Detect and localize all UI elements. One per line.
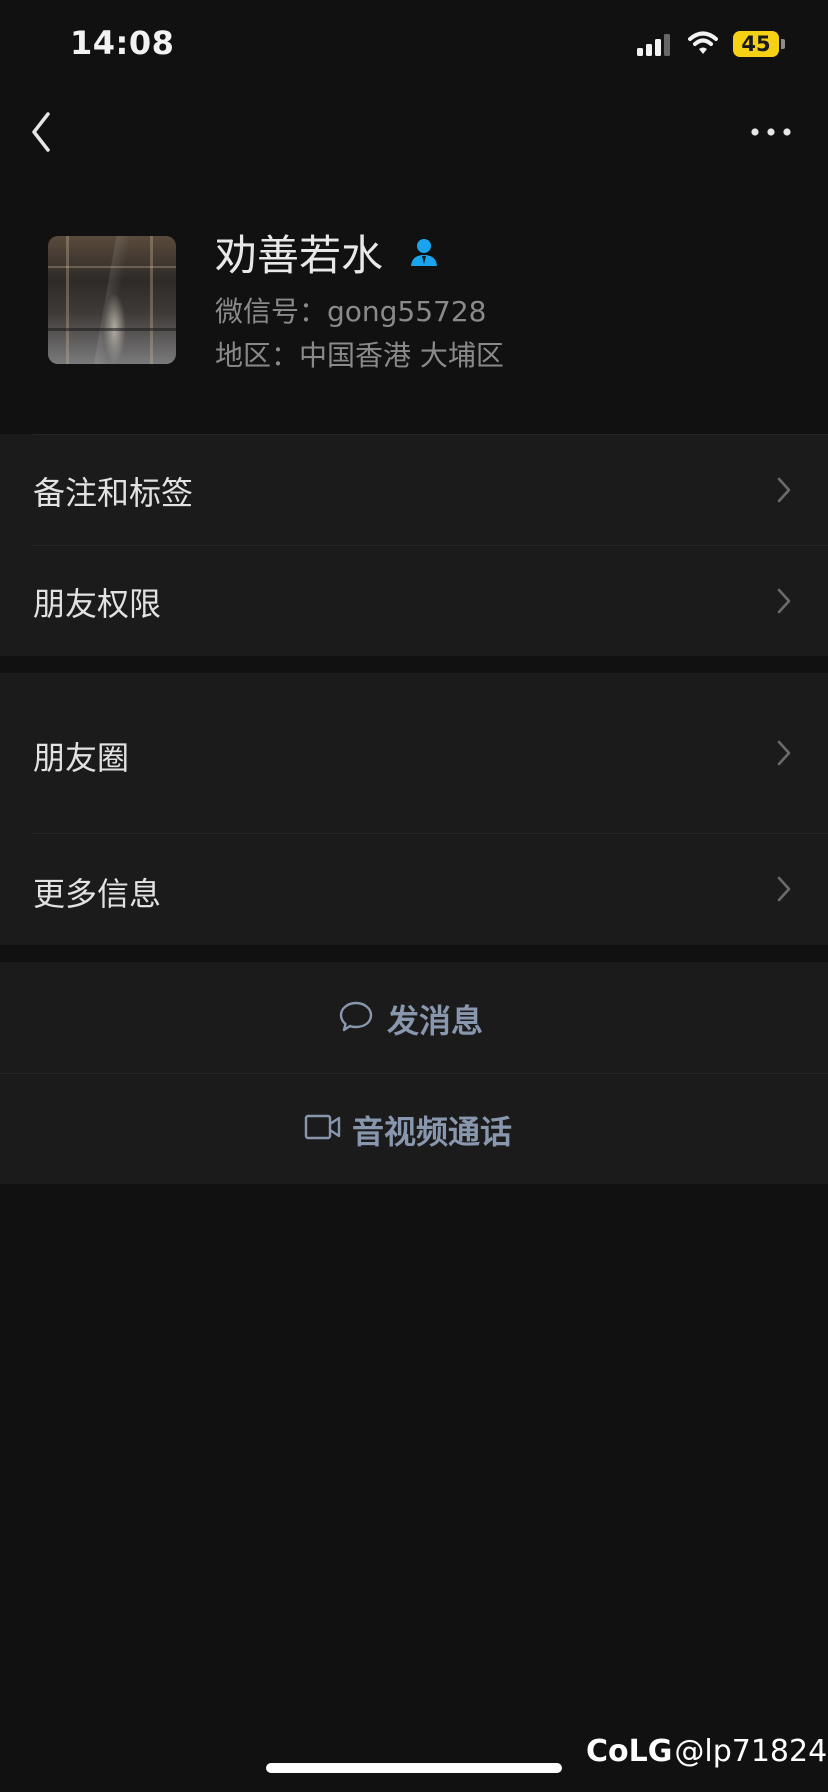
- av-call-label: 音视频通话: [352, 1113, 513, 1151]
- region: 地区：中国香港 大埔区: [215, 339, 504, 372]
- av-call-button[interactable]: 音视频通话: [0, 1073, 828, 1184]
- wechat-id: 微信号：gong55728: [215, 295, 487, 328]
- send-message-label: 发消息: [387, 1002, 484, 1040]
- status-time: 14:08: [70, 24, 175, 62]
- more-info-row[interactable]: 更多信息: [0, 833, 828, 945]
- battery-tip: [781, 39, 785, 49]
- wifi-icon: [688, 31, 718, 54]
- send-message-button[interactable]: 发消息: [0, 962, 828, 1073]
- remarks-tags-row[interactable]: 备注和标签: [0, 434, 828, 545]
- home-indicator[interactable]: [266, 1763, 562, 1773]
- actions-group: 发消息 音视频通话: [0, 962, 828, 1184]
- watermark-brand: CoLG: [586, 1734, 673, 1769]
- chat-bubble-icon: [339, 1001, 373, 1032]
- remarks-tags-label: 备注和标签: [33, 474, 194, 512]
- chevron-right-icon: [777, 740, 791, 766]
- friend-permissions-label: 朋友权限: [33, 585, 162, 623]
- chevron-right-icon: [777, 588, 791, 614]
- moments-label: 朋友圈: [33, 739, 130, 777]
- more-dots-icon[interactable]: [748, 116, 794, 148]
- moments-row[interactable]: 朋友圈: [0, 673, 828, 833]
- info-group: 朋友圈 更多信息: [0, 673, 828, 945]
- watermark: CoLG@lp71824: [586, 1734, 827, 1769]
- watermark-handle: @lp71824: [674, 1734, 828, 1769]
- settings-group: 备注和标签 朋友权限: [0, 434, 828, 656]
- friend-permissions-row[interactable]: 朋友权限: [0, 545, 828, 656]
- profile-name: 劝善若水: [215, 231, 384, 280]
- chevron-right-icon: [777, 477, 791, 503]
- more-info-label: 更多信息: [33, 875, 162, 913]
- chevron-left-icon[interactable]: [28, 110, 58, 154]
- avatar[interactable]: [48, 236, 176, 364]
- signal-icon: [637, 34, 673, 56]
- person-icon: [411, 239, 437, 266]
- chevron-right-icon: [777, 876, 791, 902]
- battery-icon: 45: [733, 31, 779, 57]
- video-camera-icon: [304, 1114, 341, 1140]
